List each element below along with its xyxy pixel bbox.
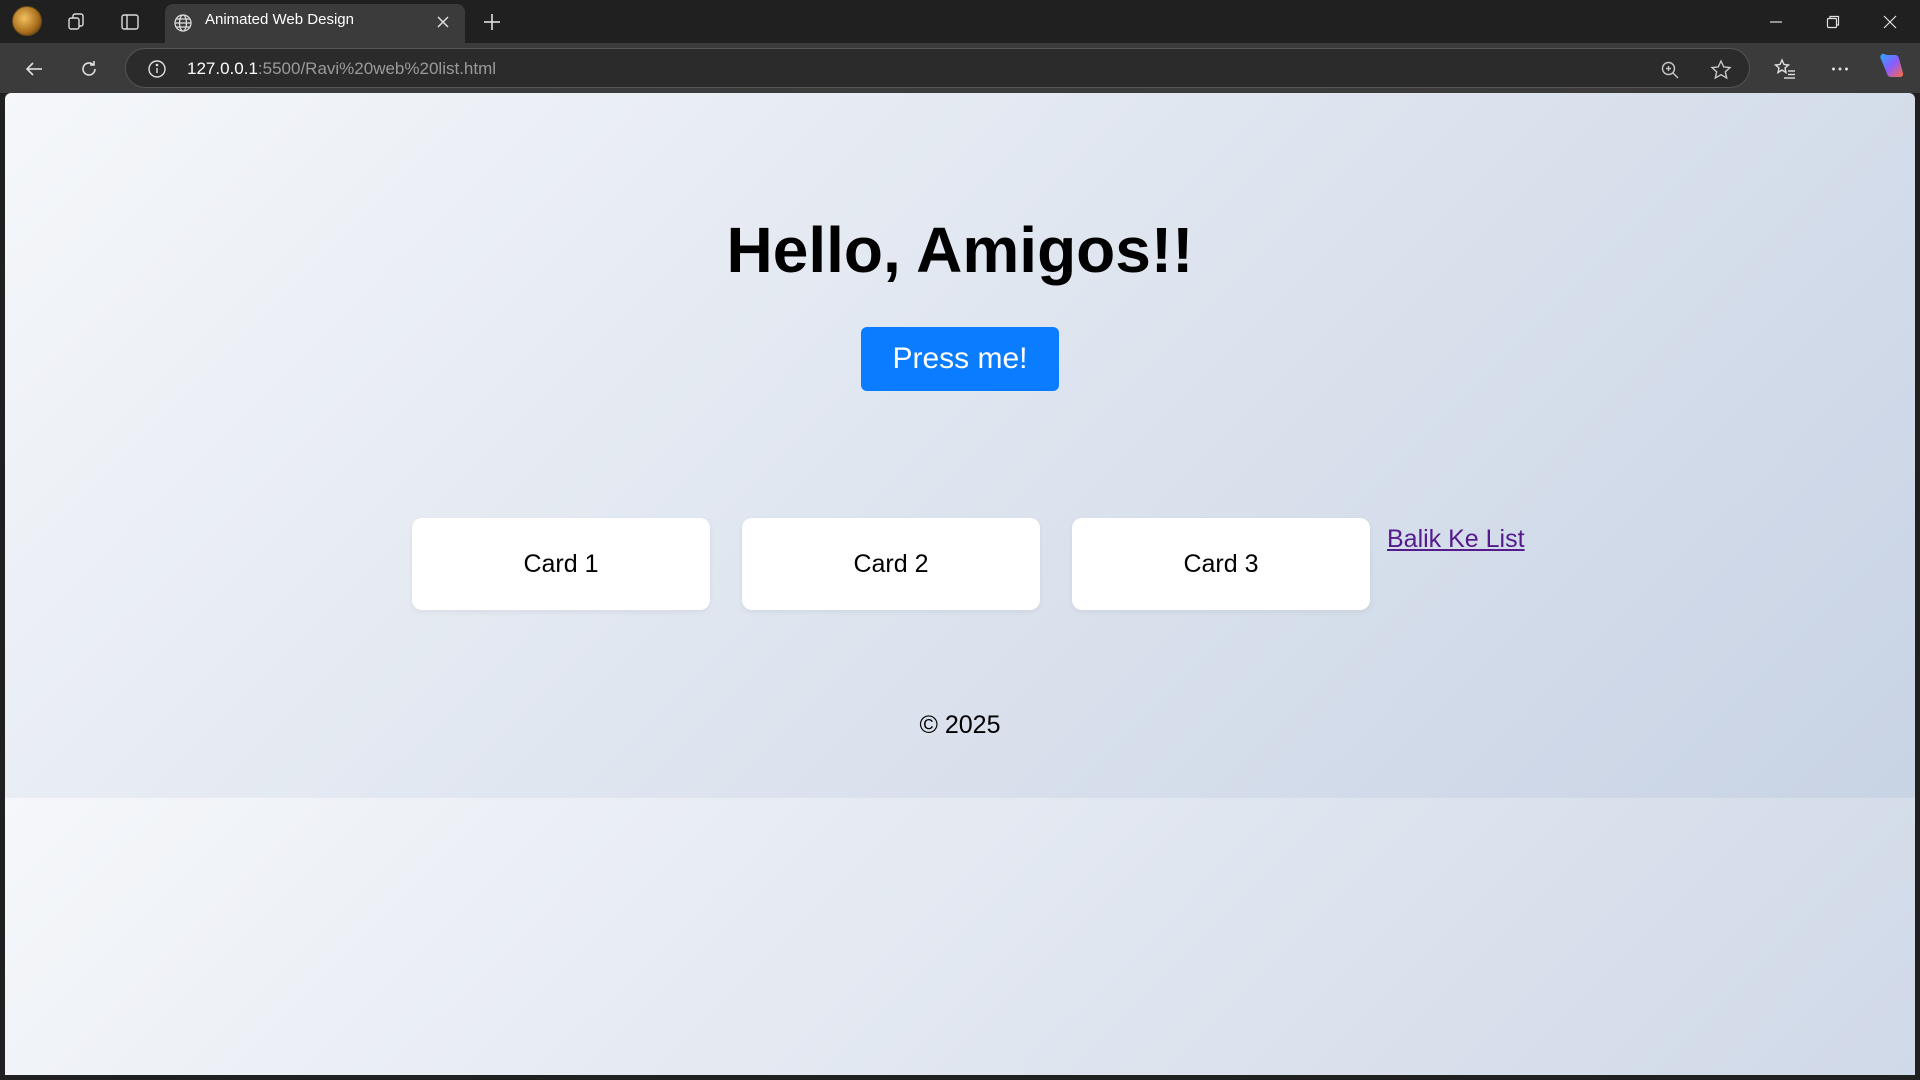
minimize-button[interactable] [1748,0,1804,43]
address-bar[interactable]: 127.0.0.1:5500/Ravi%20web%20list.html [125,48,1750,88]
vertical-tabs-icon[interactable] [115,7,145,36]
page-heading: Hello, Amigos!! [726,214,1194,286]
page-lower-background [5,798,1915,1075]
back-arrow-icon[interactable] [16,51,52,87]
close-tab-icon[interactable] [430,9,456,35]
info-icon[interactable] [146,58,168,80]
copilot-icon[interactable] [1877,51,1907,81]
close-window-button[interactable] [1862,0,1918,43]
back-to-list-link[interactable]: Balik Ke List [1387,525,1525,554]
card-2[interactable]: Card 2 [742,518,1040,610]
url-path: :5500/Ravi%20web%20list.html [257,59,497,78]
globe-icon [168,8,198,37]
new-tab-plus-icon[interactable] [477,7,507,37]
card-1[interactable]: Card 1 [412,518,710,610]
refresh-icon[interactable] [71,51,107,87]
url-text[interactable]: 127.0.0.1:5500/Ravi%20web%20list.html [187,59,496,79]
browser-title-bar: Animated Web Design [0,0,1920,43]
workspaces-icon[interactable] [62,7,92,36]
zoom-icon[interactable] [1656,56,1684,84]
url-host: 127.0.0.1 [187,59,258,78]
card-3[interactable]: Card 3 [1072,518,1370,610]
star-icon[interactable] [1707,56,1735,84]
tab-title: Animated Web Design [205,11,354,28]
browser-toolbar: 127.0.0.1:5500/Ravi%20web%20list.html [0,43,1920,93]
more-icon[interactable] [1822,51,1858,87]
profile-avatar[interactable] [12,6,42,36]
page-viewport: Hello, Amigos!! Press me! Card 1 Card 2 … [5,93,1915,1075]
favorites-icon[interactable] [1767,51,1803,87]
footer-copyright: © 2025 [919,711,1001,739]
restore-button[interactable] [1805,0,1861,43]
press-me-button[interactable]: Press me! [861,327,1059,391]
